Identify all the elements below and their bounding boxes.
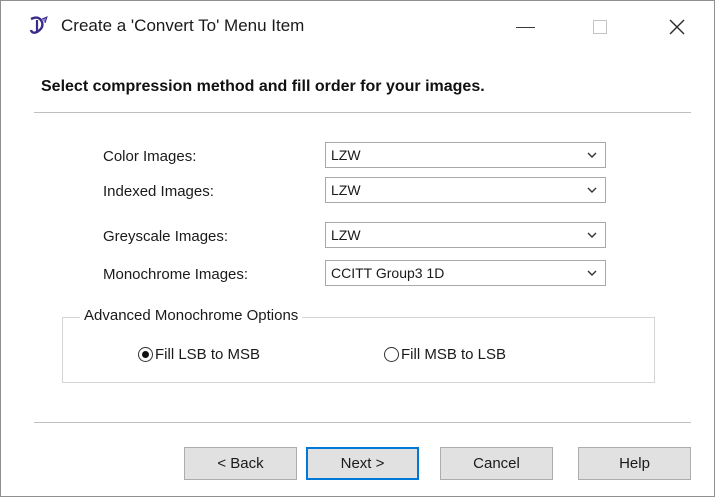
fill-lsb-to-msb-label: Fill LSB to MSB bbox=[155, 346, 261, 363]
fill-msb-to-lsb-radio[interactable]: Fill MSB to LSB bbox=[384, 346, 506, 363]
maximize-icon bbox=[593, 20, 607, 34]
maximize-button[interactable] bbox=[571, 1, 629, 53]
minimize-button[interactable] bbox=[496, 1, 554, 53]
app-icon bbox=[29, 16, 48, 34]
monochrome-images-select[interactable]: CCITT Group3 1D bbox=[325, 260, 606, 286]
chevron-down-icon bbox=[585, 261, 599, 285]
footer-divider bbox=[34, 422, 691, 424]
monochrome-images-value: CCITT Group3 1D bbox=[331, 265, 445, 281]
color-images-select[interactable]: LZW bbox=[325, 142, 606, 168]
window-title: Create a 'Convert To' Menu Item bbox=[61, 16, 305, 35]
indexed-images-value: LZW bbox=[331, 182, 361, 198]
chevron-down-icon bbox=[585, 178, 599, 202]
page-heading: Select compression method and fill order… bbox=[41, 78, 485, 95]
radio-selected-icon bbox=[138, 347, 153, 362]
next-button[interactable]: Next > bbox=[306, 447, 419, 480]
help-button[interactable]: Help bbox=[578, 447, 691, 480]
chevron-down-icon bbox=[585, 143, 599, 167]
chevron-down-icon bbox=[585, 223, 599, 247]
radio-unselected-icon bbox=[384, 347, 399, 362]
close-button[interactable] bbox=[648, 1, 706, 53]
monochrome-images-label: Monochrome Images: bbox=[103, 266, 249, 283]
close-icon bbox=[669, 19, 685, 35]
indexed-images-select[interactable]: LZW bbox=[325, 177, 606, 203]
fill-lsb-to-msb-radio[interactable]: Fill LSB to MSB bbox=[138, 346, 260, 363]
cancel-button[interactable]: Cancel bbox=[440, 447, 553, 480]
color-images-value: LZW bbox=[331, 147, 361, 163]
header-divider bbox=[34, 112, 691, 114]
back-button[interactable]: < Back bbox=[184, 447, 297, 480]
fill-msb-to-lsb-label: Fill MSB to LSB bbox=[401, 346, 507, 363]
advanced-options-title: Advanced Monochrome Options bbox=[80, 307, 303, 324]
greyscale-images-label: Greyscale Images: bbox=[103, 228, 229, 245]
indexed-images-label: Indexed Images: bbox=[103, 183, 214, 200]
greyscale-images-select[interactable]: LZW bbox=[325, 222, 606, 248]
color-images-label: Color Images: bbox=[103, 148, 197, 165]
dialog-window: Create a 'Convert To' Menu Item Select c… bbox=[0, 0, 715, 497]
greyscale-images-value: LZW bbox=[331, 227, 361, 243]
title-bar[interactable]: Create a 'Convert To' Menu Item bbox=[1, 1, 714, 53]
minimize-icon bbox=[515, 26, 535, 28]
